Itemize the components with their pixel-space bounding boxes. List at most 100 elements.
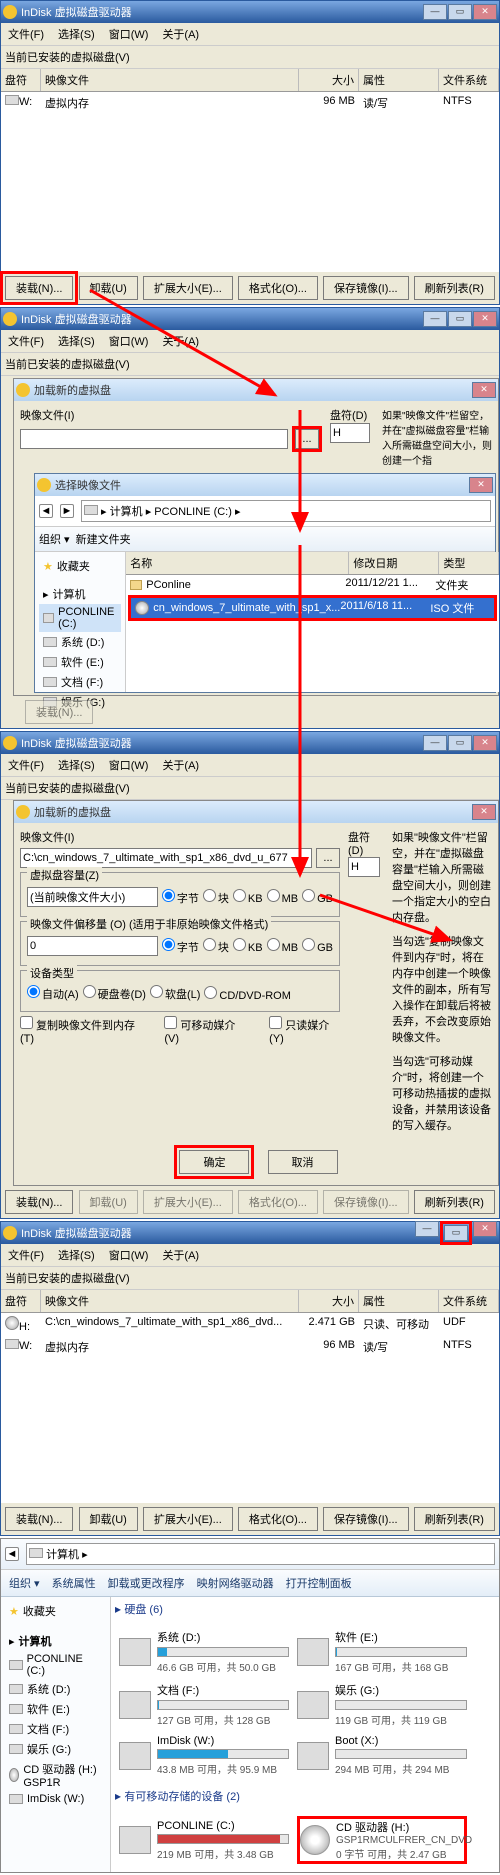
drive-item[interactable]: CD 驱动器 (H:)GSP1RMCULFRER_CN_DVD0 字节 可用，共…: [297, 1816, 467, 1864]
browse-button[interactable]: ...: [316, 848, 340, 868]
section-harddisk[interactable]: 硬盘 (6): [124, 1604, 163, 1616]
off-block[interactable]: 块: [203, 938, 229, 955]
dev-auto[interactable]: 自动(A): [27, 985, 79, 1002]
off-mb[interactable]: MB: [267, 938, 299, 954]
menu-file[interactable]: 文件(F): [5, 756, 47, 774]
sidebar-drive[interactable]: PCONLINE (C:): [5, 1651, 106, 1679]
organize-menu[interactable]: 组织 ▾: [39, 531, 70, 547]
nav-sysproperties[interactable]: 系统属性: [52, 1575, 96, 1591]
menu-window[interactable]: 窗口(W): [106, 1246, 152, 1264]
load-button[interactable]: 装载(N)...: [5, 276, 73, 300]
close-button[interactable]: ✕: [473, 311, 497, 327]
expand-button[interactable]: 扩展大小(E)...: [143, 1190, 233, 1214]
maximize-button[interactable]: ▭: [448, 4, 472, 20]
nav-organize[interactable]: 组织 ▾: [9, 1575, 40, 1591]
format-button[interactable]: 格式化(O)...: [238, 1190, 318, 1214]
drive-item[interactable]: 系统 (D:)46.6 GB 可用，共 50.0 GB: [119, 1629, 289, 1674]
refresh-button[interactable]: 刷新列表(R): [414, 1507, 495, 1531]
sidebar-drive[interactable]: 系统 (D:): [5, 1679, 106, 1699]
file-row-folder[interactable]: PConline2011/12/21 1...文件夹: [126, 575, 499, 595]
saveimg-button[interactable]: 保存镜像(I)...: [323, 1190, 409, 1214]
off-kb[interactable]: KB: [233, 938, 263, 954]
unload-button[interactable]: 卸载(U): [79, 276, 138, 300]
chk-removable[interactable]: 可移动媒介 (V): [164, 1016, 245, 1045]
menu-window[interactable]: 窗口(W): [106, 332, 152, 350]
load-button[interactable]: 装载(N)...: [25, 700, 93, 724]
sidebar-drive-c[interactable]: PCONLINE (C:): [39, 604, 121, 632]
close-button[interactable]: ✕: [473, 735, 497, 751]
col-drive[interactable]: 盘符: [1, 1290, 41, 1312]
col-type[interactable]: 类型: [439, 552, 499, 574]
drive-item[interactable]: Boot (X:)294 MB 可用，共 294 MB: [297, 1735, 467, 1776]
maximize-button[interactable]: ▭: [448, 311, 472, 327]
col-attr[interactable]: 属性: [359, 1290, 439, 1312]
sidebar-drive[interactable]: 文档 (F:): [5, 1719, 106, 1739]
browse-button[interactable]: ...: [295, 429, 319, 449]
unload-button[interactable]: 卸载(U): [79, 1190, 138, 1214]
new-folder-button[interactable]: 新建文件夹: [76, 531, 131, 547]
col-name[interactable]: 名称: [126, 552, 349, 574]
disk-row[interactable]: W:虚拟内存96 MB读/写NTFS: [1, 1336, 499, 1358]
sidebar-drive[interactable]: 软件 (E:): [5, 1699, 106, 1719]
col-size[interactable]: 大小: [299, 69, 359, 91]
dev-cd[interactable]: CD/DVD-ROM: [204, 986, 291, 1002]
col-image[interactable]: 映像文件: [41, 1290, 299, 1312]
sidebar-drive-e[interactable]: 软件 (E:): [39, 652, 121, 672]
image-file-input[interactable]: [20, 848, 312, 868]
menu-file[interactable]: 文件(F): [5, 25, 47, 43]
sidebar-drive[interactable]: 娱乐 (G:): [5, 1739, 106, 1759]
close-button[interactable]: ✕: [472, 804, 496, 820]
sidebar-cddrive[interactable]: CD 驱动器 (H:) GSP1R: [5, 1759, 106, 1791]
menu-file[interactable]: 文件(F): [5, 332, 47, 350]
col-attr[interactable]: 属性: [359, 69, 439, 91]
maximize-button[interactable]: ▭: [448, 735, 472, 751]
expand-button[interactable]: 扩展大小(E)...: [143, 1507, 233, 1531]
section-removable[interactable]: 有可移动存储的设备 (2): [124, 1791, 240, 1803]
breadcrumb[interactable]: 计算机 ▸ PCONLINE (C:) ▸: [110, 506, 241, 518]
col-fs[interactable]: 文件系统: [439, 1290, 499, 1312]
menu-select[interactable]: 选择(S): [55, 756, 98, 774]
chk-readonly[interactable]: 只读媒介 (Y): [269, 1016, 340, 1045]
unit-mb[interactable]: MB: [267, 889, 299, 905]
off-byte[interactable]: 字节: [162, 938, 199, 955]
back-button[interactable]: ◄: [5, 1547, 19, 1561]
refresh-button[interactable]: 刷新列表(R): [414, 276, 495, 300]
sidebar-drive-d[interactable]: 系统 (D:): [39, 632, 121, 652]
menu-about[interactable]: 关于(A): [159, 756, 202, 774]
close-button[interactable]: ✕: [472, 382, 496, 398]
drive-input[interactable]: [348, 857, 380, 877]
unit-byte[interactable]: 字节: [162, 889, 199, 906]
col-date[interactable]: 修改日期: [349, 552, 439, 574]
fwd-button[interactable]: ►: [60, 504, 74, 518]
expand-button[interactable]: 扩展大小(E)...: [143, 276, 233, 300]
format-button[interactable]: 格式化(O)...: [238, 1507, 318, 1531]
back-button[interactable]: ◄: [39, 504, 53, 518]
off-gb[interactable]: GB: [302, 938, 333, 954]
nav-mapdrive[interactable]: 映射网络驱动器: [197, 1575, 274, 1591]
unit-gb[interactable]: GB: [302, 889, 333, 905]
menu-select[interactable]: 选择(S): [55, 332, 98, 350]
dev-hd[interactable]: 硬盘卷(D): [83, 985, 146, 1002]
menu-window[interactable]: 窗口(W): [106, 756, 152, 774]
sidebar-favorites[interactable]: ★收藏夹: [39, 556, 121, 576]
col-fs[interactable]: 文件系统: [439, 69, 499, 91]
menu-select[interactable]: 选择(S): [55, 25, 98, 43]
sidebar-drive-f[interactable]: 文档 (F:): [39, 672, 121, 692]
sidebar-favorites[interactable]: ★收藏夹: [5, 1601, 106, 1621]
sidebar-computer[interactable]: ▸ 计算机: [5, 1631, 106, 1651]
menu-about[interactable]: 关于(A): [159, 332, 202, 350]
sidebar-computer[interactable]: ▸ 计算机: [39, 584, 121, 604]
dev-fd[interactable]: 软盘(L): [150, 985, 200, 1002]
minimize-button[interactable]: —: [423, 735, 447, 751]
menu-about[interactable]: 关于(A): [159, 25, 202, 43]
maximize-button[interactable]: ▭: [444, 1225, 468, 1241]
nav-uninstall[interactable]: 卸载或更改程序: [108, 1575, 185, 1591]
load-button[interactable]: 装载(N)...: [5, 1507, 73, 1531]
nav-controlpanel[interactable]: 打开控制面板: [286, 1575, 352, 1591]
refresh-button[interactable]: 刷新列表(R): [414, 1190, 495, 1214]
close-button[interactable]: ✕: [473, 1221, 497, 1237]
drive-item[interactable]: 软件 (E:)167 GB 可用，共 168 GB: [297, 1629, 467, 1674]
minimize-button[interactable]: —: [423, 311, 447, 327]
col-size[interactable]: 大小: [299, 1290, 359, 1312]
unload-button[interactable]: 卸载(U): [79, 1507, 138, 1531]
